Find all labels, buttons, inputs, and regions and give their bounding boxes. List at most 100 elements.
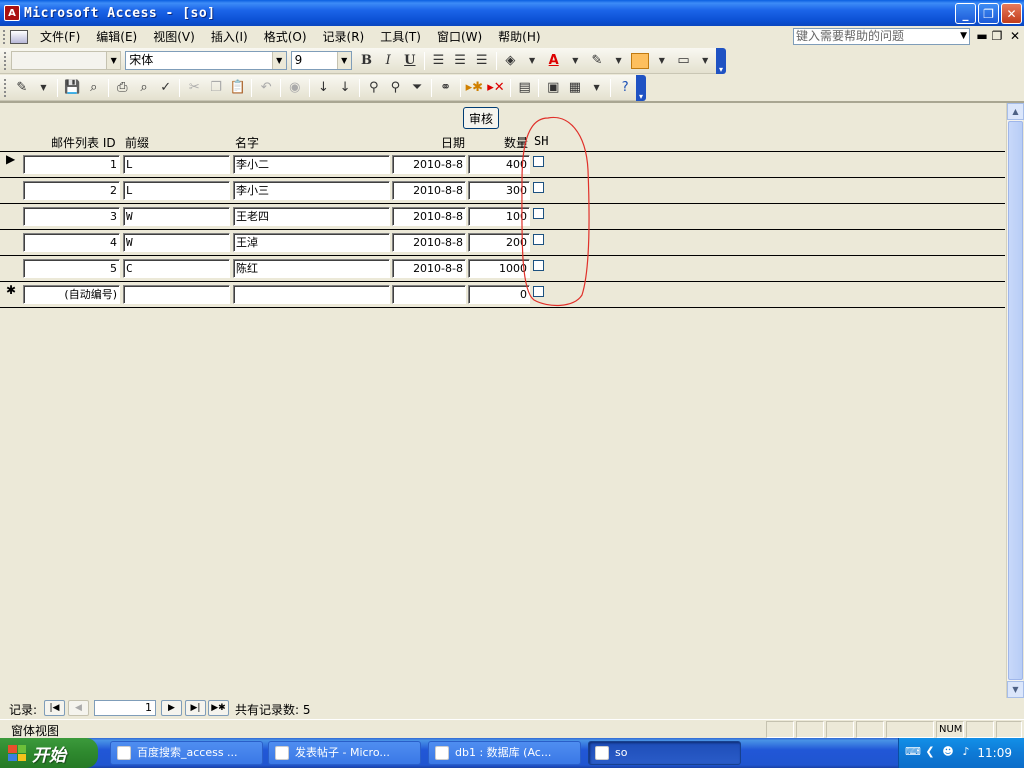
prefix-field[interactable]: L: [123, 155, 230, 174]
name-field[interactable]: 王老四: [233, 207, 390, 226]
undo-icon[interactable]: ↶: [255, 77, 277, 99]
close-button[interactable]: ✕: [1001, 3, 1022, 24]
menu-window[interactable]: 窗口(W): [429, 27, 490, 47]
current-record-indicator[interactable]: ▶: [6, 152, 15, 166]
bold-button[interactable]: B: [356, 50, 378, 72]
qq-icon[interactable]: ☻: [941, 745, 955, 759]
sort-ascending-icon[interactable]: ↓: [313, 77, 335, 99]
quantity-field[interactable]: 200: [468, 233, 530, 252]
line-width-icon[interactable]: ▭: [673, 50, 695, 72]
apply-filter-icon[interactable]: ⏷: [406, 77, 428, 99]
menu-insert[interactable]: 插入(I): [203, 27, 256, 47]
help-dropdown-icon[interactable]: ▼: [960, 29, 967, 44]
next-record-button[interactable]: ▶: [161, 700, 182, 716]
new-record-icon[interactable]: ▸✱: [464, 77, 486, 99]
help-question-input[interactable]: 键入需要帮助的问题 ▼: [793, 28, 970, 45]
name-field[interactable]: 李小二: [233, 155, 390, 174]
mdi-minimize-button[interactable]: ▬: [975, 29, 989, 43]
chevron-down-icon[interactable]: ▼: [336, 52, 351, 69]
chevron-down-icon[interactable]: ▼: [521, 50, 543, 72]
first-record-button[interactable]: |◀: [44, 700, 65, 716]
border-style-icon[interactable]: [629, 50, 651, 72]
quantity-field[interactable]: 0: [468, 285, 530, 304]
save-icon[interactable]: 💾: [61, 77, 83, 99]
toolbar-options-icon[interactable]: ▾: [636, 75, 646, 101]
chevron-down-icon[interactable]: ▼: [271, 52, 286, 69]
new-record-indicator[interactable]: ✱: [6, 283, 16, 297]
font-size-combo[interactable]: 9 ▼: [290, 51, 352, 70]
hyperlink-icon[interactable]: ◉: [284, 77, 306, 99]
search-file-icon[interactable]: ⌕: [83, 77, 105, 99]
menu-view[interactable]: 视图(V): [145, 27, 203, 47]
mailing-list-id-field[interactable]: 2: [23, 181, 120, 200]
quantity-field[interactable]: 400: [468, 155, 530, 174]
prefix-field[interactable]: L: [123, 181, 230, 200]
toolbar-grip[interactable]: [4, 51, 7, 70]
menu-edit[interactable]: 编辑(E): [88, 27, 145, 47]
previous-record-button[interactable]: ◀: [68, 700, 89, 716]
mdi-close-button[interactable]: ✕: [1008, 29, 1022, 43]
access-app-icon[interactable]: A: [4, 5, 20, 21]
toolbar-options-icon[interactable]: ▾: [716, 48, 726, 74]
name-field[interactable]: [233, 285, 390, 304]
chevron-down-icon[interactable]: ▼: [33, 77, 55, 99]
scroll-down-icon[interactable]: ▼: [1007, 681, 1024, 698]
italic-button[interactable]: I: [377, 50, 399, 72]
toolbar-grip[interactable]: [4, 78, 7, 97]
menubar-grip[interactable]: [3, 30, 6, 44]
keyboard-icon[interactable]: ⌨: [905, 745, 921, 759]
find-icon[interactable]: ⚭: [435, 77, 457, 99]
prefix-field[interactable]: W: [123, 233, 230, 252]
align-left-icon[interactable]: ☰: [428, 50, 450, 72]
sh-checkbox[interactable]: [533, 234, 544, 245]
speaker-icon[interactable]: ♪: [959, 745, 973, 759]
chevron-down-icon[interactable]: ▼: [586, 77, 608, 99]
date-field[interactable]: [392, 285, 466, 304]
title-bar[interactable]: A Microsoft Access - [so] _ ❐ ✕: [0, 0, 1024, 26]
mailing-list-id-field[interactable]: 4: [23, 233, 120, 252]
current-record-input[interactable]: 1: [94, 700, 156, 716]
new-object-icon[interactable]: ▦: [564, 77, 586, 99]
tray-expand-icon[interactable]: ❮: [923, 745, 937, 759]
line-color-icon[interactable]: ✎: [586, 50, 608, 72]
align-center-icon[interactable]: ☰: [449, 50, 471, 72]
date-field[interactable]: 2010-8-8: [392, 259, 466, 278]
menu-records[interactable]: 记录(R): [315, 27, 373, 47]
sh-checkbox[interactable]: [533, 286, 544, 297]
new-record-button[interactable]: ▶✱: [208, 700, 229, 716]
mailing-list-id-field[interactable]: (自动编号): [23, 285, 120, 304]
date-field[interactable]: 2010-8-8: [392, 181, 466, 200]
mdi-restore-button[interactable]: ❐: [990, 29, 1004, 43]
view-icon[interactable]: ✎: [11, 77, 33, 99]
cut-icon[interactable]: ✂: [183, 77, 205, 99]
database-window-icon[interactable]: ▣: [542, 77, 564, 99]
form-document-icon[interactable]: [10, 30, 28, 44]
name-field[interactable]: 李小三: [233, 181, 390, 200]
sh-checkbox[interactable]: [533, 260, 544, 271]
print-preview-icon[interactable]: ⌕: [133, 77, 155, 99]
mailing-list-id-field[interactable]: 3: [23, 207, 120, 226]
sh-checkbox[interactable]: [533, 156, 544, 167]
last-record-button[interactable]: ▶|: [185, 700, 206, 716]
quantity-field[interactable]: 1000: [468, 259, 530, 278]
filter-by-selection-icon[interactable]: ⚲: [363, 77, 385, 99]
sort-descending-icon[interactable]: ↓: [334, 77, 356, 99]
object-combo[interactable]: ▼: [10, 51, 122, 70]
mailing-list-id-field[interactable]: 5: [23, 259, 120, 278]
taskbar-item-baidu[interactable]: 百度搜索_access ...: [110, 741, 263, 765]
help-icon[interactable]: ?: [614, 77, 636, 99]
sh-checkbox[interactable]: [533, 182, 544, 193]
date-field[interactable]: 2010-8-8: [392, 233, 466, 252]
spelling-icon[interactable]: ✓: [155, 77, 177, 99]
menu-format[interactable]: 格式(O): [256, 27, 315, 47]
vertical-scrollbar[interactable]: ▲ ▼: [1006, 103, 1024, 698]
restore-button[interactable]: ❐: [978, 3, 999, 24]
filter-by-form-icon[interactable]: ⚲: [385, 77, 407, 99]
underline-button[interactable]: U: [399, 50, 421, 72]
name-field[interactable]: 王淖: [233, 233, 390, 252]
scroll-up-icon[interactable]: ▲: [1007, 103, 1024, 120]
chevron-down-icon[interactable]: ▼: [651, 50, 673, 72]
minimize-button[interactable]: _: [955, 3, 976, 24]
font-combo[interactable]: 宋体 ▼: [125, 51, 287, 70]
menu-file[interactable]: 文件(F): [32, 27, 88, 47]
